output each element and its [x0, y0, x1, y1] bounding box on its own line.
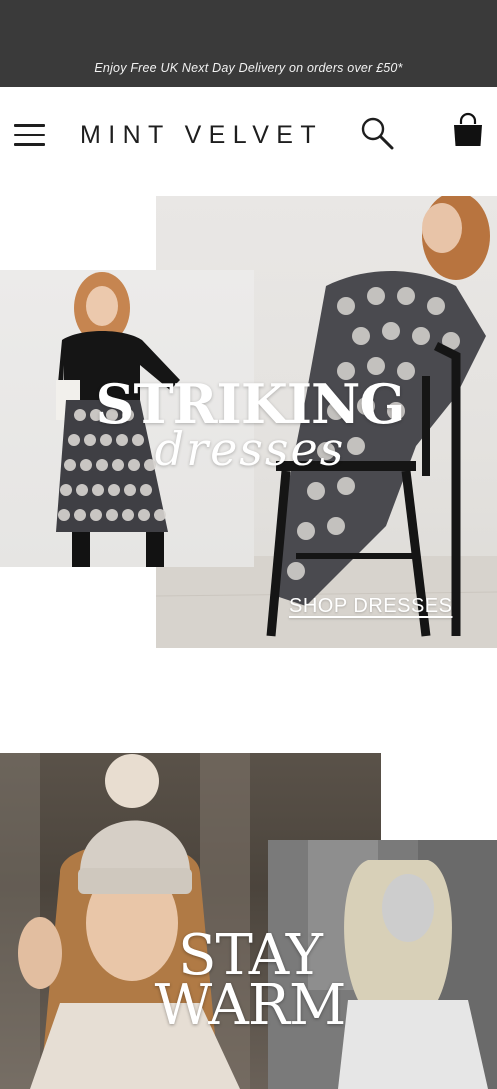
hero-script-subtitle: dresses	[154, 422, 346, 476]
hero-stay-warm[interactable]: STAY WARM	[0, 753, 497, 1089]
site-header: MINT VELVET	[0, 87, 497, 180]
hero-dresses[interactable]: STRIKING dresses SHOP DRESSES	[0, 196, 497, 652]
promo-text: Enjoy Free UK Next Day Delivery on order…	[94, 61, 403, 75]
stay-warm-line2: WARM	[154, 973, 347, 1038]
shop-dresses-link[interactable]: SHOP DRESSES	[289, 595, 452, 618]
hamburger-menu-icon[interactable]	[14, 124, 45, 146]
search-icon[interactable]	[360, 116, 396, 152]
shopping-bag-icon[interactable]	[450, 112, 486, 150]
stay-warm-title: STAY WARM	[120, 928, 380, 1038]
promo-bar[interactable]: Enjoy Free UK Next Day Delivery on order…	[0, 0, 497, 87]
site-logo[interactable]: MINT VELVET	[80, 120, 338, 150]
